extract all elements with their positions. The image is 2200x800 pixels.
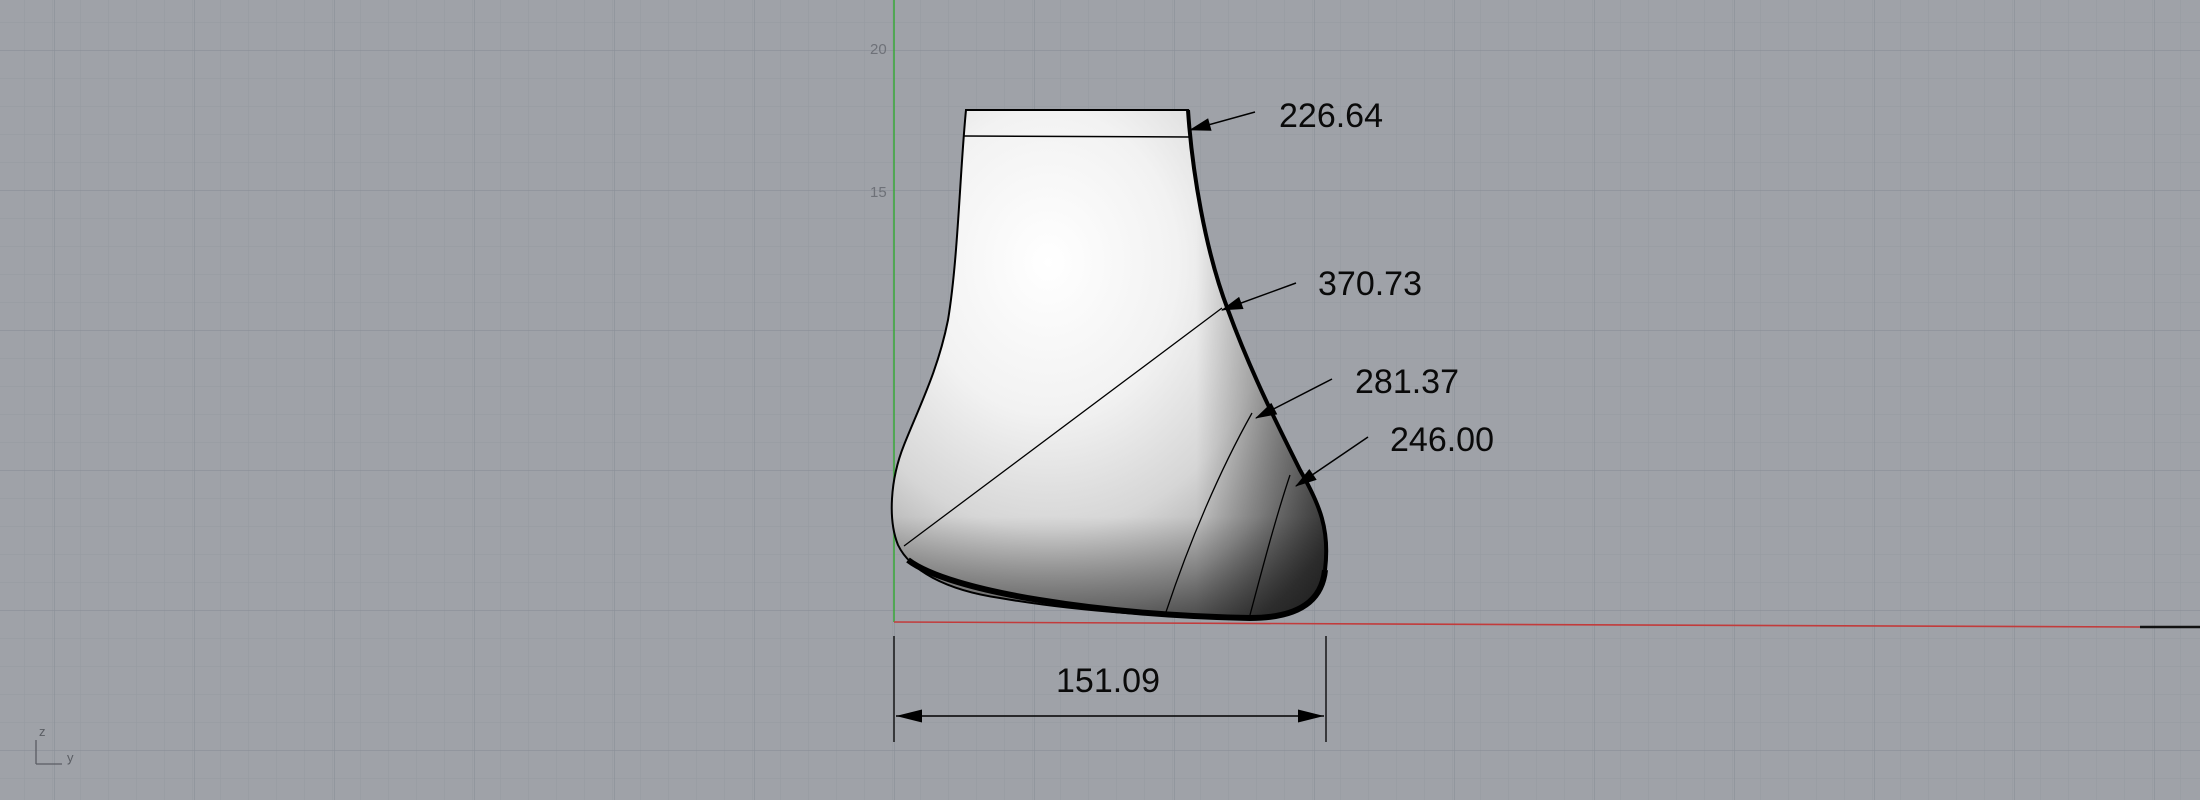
dimension-label-length[interactable]: 151.09: [1056, 662, 1160, 700]
perspective-viewport[interactable]: 20 15 226.64 370.73 281.37 246.00 151.09…: [0, 0, 2200, 800]
dimension-label-instep[interactable]: 370.73: [1318, 265, 1422, 303]
dimension-label-ball[interactable]: 281.37: [1355, 363, 1459, 401]
axis-gizmo-z-label: z: [39, 724, 46, 739]
ruler-tick-15: 15: [870, 184, 887, 201]
ruler-tick-20: 20: [870, 41, 887, 58]
axis-gizmo-y-label: y: [67, 750, 74, 765]
sock-cuff-line: [963, 135, 1191, 138]
dimension-label-toe[interactable]: 246.00: [1390, 421, 1494, 459]
dimension-label-top[interactable]: 226.64: [1279, 97, 1383, 135]
